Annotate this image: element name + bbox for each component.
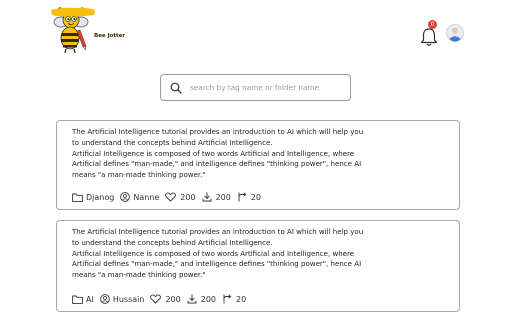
author-tag[interactable]: Hussain	[99, 294, 145, 304]
fork-icon	[238, 192, 246, 202]
remixes[interactable]: 20	[222, 294, 246, 304]
folder-icon	[72, 295, 83, 304]
author-tag[interactable]: Nanne	[120, 192, 159, 202]
remixes-count: 20	[236, 294, 247, 304]
search-input[interactable]	[190, 83, 340, 92]
likes-count: 200	[180, 192, 196, 202]
logo-text: Bee Jotter	[94, 33, 126, 39]
folder-tag[interactable]: AI	[72, 295, 94, 304]
search-icon	[170, 82, 182, 94]
search-bar[interactable]	[160, 74, 351, 101]
heart-icon	[150, 294, 162, 304]
author-name: Hussain	[112, 294, 145, 304]
likes[interactable]: 200	[165, 192, 196, 202]
downloads-count: 200	[200, 294, 217, 304]
page: Bee Jotter 0 The Artificial Intelligence…	[0, 0, 512, 320]
download-icon	[202, 192, 212, 202]
post-card[interactable]: The Artificial Intelligence tutorial pro…	[56, 220, 460, 312]
remixes[interactable]: 20	[237, 192, 261, 202]
folder-tag[interactable]: Djanog	[72, 193, 114, 202]
author-name: Nanne	[133, 192, 160, 202]
logo-brush-stroke	[51, 7, 95, 17]
user-avatar-icon[interactable]	[446, 24, 464, 42]
remixes-count: 20	[250, 192, 262, 202]
folder-name: Djanog	[86, 192, 115, 202]
bell-icon[interactable]	[418, 26, 440, 48]
heart-icon	[165, 192, 177, 202]
downloads[interactable]: 200	[202, 192, 231, 202]
post-meta: AI Hussain 200 200 20	[72, 294, 252, 304]
downloads[interactable]: 200	[187, 294, 216, 304]
user-icon	[120, 192, 131, 202]
likes[interactable]: 200	[150, 294, 181, 304]
post-text: The Artificial Intelligence tutorial pro…	[72, 127, 364, 180]
downloads-count: 200	[215, 192, 231, 202]
notification-count-badge: 0	[428, 20, 437, 29]
post-meta: Djanog Nanne 200 200 20	[72, 192, 267, 202]
folder-name: AI	[86, 294, 94, 304]
folder-icon	[72, 193, 83, 202]
download-icon	[187, 294, 197, 304]
fork-icon	[223, 294, 232, 304]
user-icon	[99, 294, 110, 304]
post-card[interactable]: The Artificial Intelligence tutorial pro…	[56, 120, 460, 210]
bee-jotter-logo[interactable]: Bee Jotter	[50, 6, 136, 56]
likes-count: 200	[165, 294, 181, 304]
post-text: The Artificial Intelligence tutorial pro…	[72, 227, 364, 280]
